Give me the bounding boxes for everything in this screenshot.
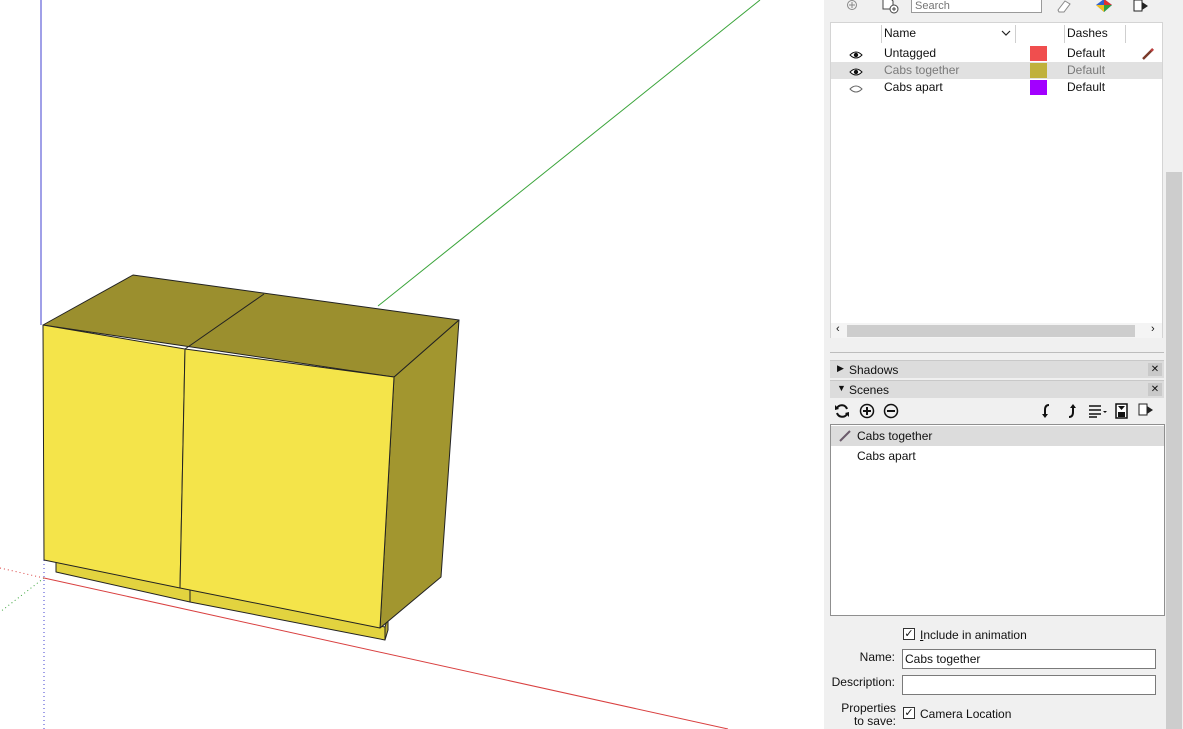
scene-item[interactable]: Cabs together bbox=[831, 426, 1164, 446]
move-scene-up-icon[interactable] bbox=[1065, 403, 1077, 422]
scene-name[interactable]: Cabs apart bbox=[857, 446, 916, 466]
add-scene-icon[interactable] bbox=[859, 403, 875, 422]
remove-scene-icon[interactable] bbox=[883, 403, 899, 422]
tag-color-swatch[interactable] bbox=[1030, 80, 1047, 95]
tag-row[interactable]: Untagged Default bbox=[831, 45, 1162, 62]
include-animation-label[interactable]: Include in animation bbox=[920, 628, 1027, 642]
tag-name[interactable]: Cabs apart bbox=[884, 79, 943, 96]
move-scene-down-icon[interactable] bbox=[1041, 403, 1053, 422]
horizontal-scrollbar[interactable]: ‹ › bbox=[831, 323, 1162, 338]
tag-name[interactable]: Cabs together bbox=[884, 62, 959, 79]
name-column-header[interactable]: Name bbox=[884, 23, 916, 44]
eraser-icon[interactable] bbox=[1054, 0, 1074, 14]
scenes-title: Scenes bbox=[849, 383, 890, 397]
scene-canvas[interactable] bbox=[0, 0, 824, 729]
tag-row[interactable]: Cabs apart Default bbox=[831, 79, 1162, 96]
tag-name[interactable]: Untagged bbox=[884, 45, 936, 62]
eye-icon[interactable] bbox=[849, 49, 863, 63]
properties-label-line2: to save: bbox=[853, 714, 896, 728]
tags-list[interactable]: Name Dashes Untagged Default Cabs together… bbox=[830, 22, 1163, 338]
scene-description-label: Description: bbox=[831, 675, 895, 689]
collapse-triangle-icon: ▼ bbox=[837, 383, 846, 393]
scene-description-field[interactable] bbox=[902, 675, 1156, 695]
shadows-panel-header[interactable]: ▶ Shadows ✕ bbox=[830, 360, 1164, 378]
close-icon[interactable]: ✕ bbox=[1148, 383, 1162, 396]
panel-divider bbox=[830, 352, 1164, 353]
model-viewport[interactable] bbox=[0, 0, 824, 729]
scroll-right-icon[interactable]: › bbox=[1151, 323, 1155, 335]
expand-triangle-icon: ▶ bbox=[837, 363, 844, 373]
tag-color-swatch[interactable] bbox=[1030, 46, 1047, 61]
update-scene-icon[interactable] bbox=[834, 403, 850, 422]
green-axis-hidden bbox=[0, 577, 45, 613]
cabinet-group[interactable] bbox=[42, 274, 460, 641]
hide-details-icon[interactable] bbox=[1115, 403, 1129, 422]
scene-item[interactable]: Cabs apart bbox=[831, 446, 1164, 466]
shadows-title: Shadows bbox=[849, 363, 899, 377]
pencil-icon bbox=[838, 429, 852, 446]
scroll-thumb[interactable] bbox=[847, 325, 1135, 337]
red-axis-hidden bbox=[0, 567, 45, 579]
scenes-details-menu-icon[interactable] bbox=[1138, 403, 1154, 420]
scene-name[interactable]: Cabs together bbox=[857, 426, 932, 446]
eye-hidden-icon[interactable] bbox=[849, 83, 863, 97]
tag-dashes[interactable]: Default bbox=[1067, 45, 1105, 62]
dashes-column-header[interactable]: Dashes bbox=[1067, 23, 1108, 44]
default-tray: Name Dashes UntaggedDefaultCabs together… bbox=[824, 0, 1183, 729]
details-menu-icon[interactable] bbox=[1132, 0, 1150, 14]
color-by-tag-icon[interactable] bbox=[1094, 0, 1114, 14]
chevron-down-icon[interactable] bbox=[1001, 26, 1011, 43]
tag-dashes[interactable]: Default bbox=[1067, 79, 1105, 96]
right-cabinet-front[interactable] bbox=[179, 348, 395, 629]
tag-search-input[interactable] bbox=[911, 0, 1042, 13]
scene-name-label: Name: bbox=[859, 650, 895, 664]
properties-label-line1: Properties bbox=[841, 701, 896, 715]
tray-scroll-thumb[interactable] bbox=[1166, 172, 1182, 729]
tag-color-swatch[interactable] bbox=[1030, 63, 1047, 78]
scenes-list[interactable]: Cabs together Cabs apart bbox=[830, 424, 1165, 616]
include-animation-checkbox[interactable]: ✓ bbox=[903, 628, 915, 640]
green-axis bbox=[377, 0, 761, 307]
add-tag-folder-icon[interactable] bbox=[879, 0, 901, 14]
tray-scrollbar[interactable] bbox=[1165, 0, 1183, 729]
tag-row[interactable]: Cabs together Default bbox=[831, 62, 1162, 79]
scene-name-field[interactable]: Cabs together bbox=[902, 649, 1156, 669]
eye-icon[interactable] bbox=[849, 66, 863, 80]
tag-dashes[interactable]: Default bbox=[1067, 62, 1105, 79]
left-cabinet-front[interactable] bbox=[42, 324, 186, 589]
scenes-panel-header[interactable]: ▼ Scenes ✕ bbox=[830, 380, 1164, 398]
scroll-left-icon[interactable]: ‹ bbox=[836, 323, 840, 335]
close-icon[interactable]: ✕ bbox=[1148, 363, 1162, 376]
add-tag-icon[interactable] bbox=[844, 0, 860, 12]
view-options-icon[interactable] bbox=[1088, 404, 1108, 421]
camera-location-checkbox[interactable]: ✓ bbox=[903, 707, 915, 719]
camera-location-label[interactable]: Camera Location bbox=[920, 707, 1011, 721]
